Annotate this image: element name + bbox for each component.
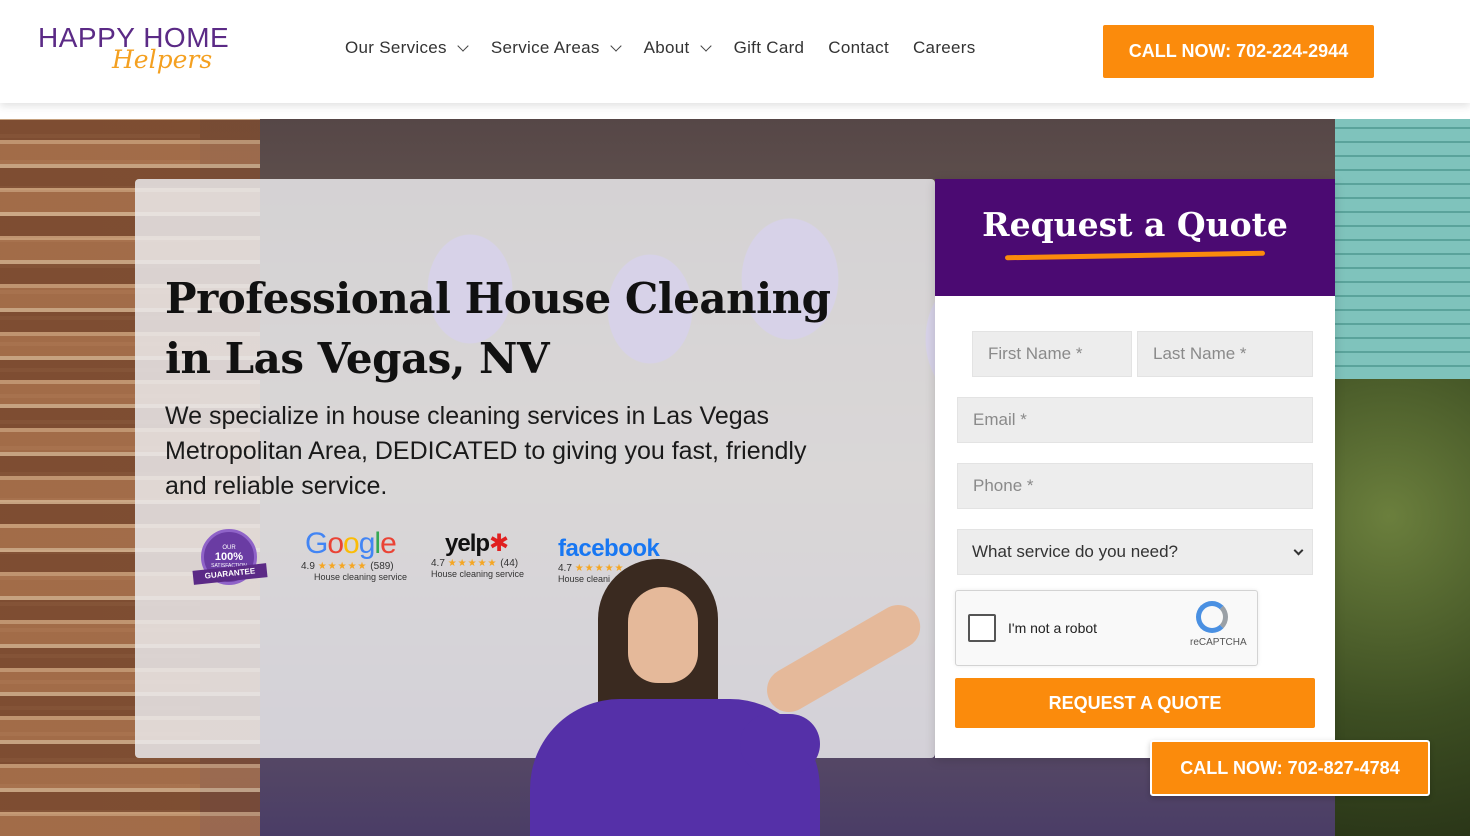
nav-about[interactable]: About [643, 38, 712, 58]
google-review-count: (589) [370, 561, 394, 572]
phone-input[interactable] [973, 476, 1312, 496]
floating-call-button[interactable]: CALL NOW: 702-827-4784 [1150, 740, 1430, 796]
nav-label: Careers [912, 38, 976, 57]
chevron-down-icon [609, 39, 622, 52]
sleeve [740, 714, 820, 774]
recaptcha-widget: I'm not a robot reCAPTCHA [955, 590, 1258, 666]
hero-title-line2: in Las Vegas, NV [165, 334, 550, 383]
recaptcha-label: I'm not a robot [1008, 620, 1098, 636]
hero-subtitle: We specialize in house cleaning services… [165, 402, 807, 500]
email-field[interactable] [957, 397, 1313, 443]
yelp-logo: yelp✱ [445, 530, 510, 557]
recaptcha-icon [1196, 601, 1228, 633]
request-quote-button[interactable]: REQUEST A QUOTE [955, 678, 1315, 728]
recaptcha-brand: reCAPTCHA [1190, 637, 1247, 648]
first-name-field[interactable] [972, 331, 1132, 377]
quote-form: Request a Quote What service do you need… [935, 179, 1335, 758]
yelp-burst-icon: ✱ [489, 530, 510, 557]
google-caption: House cleaning service [314, 572, 408, 582]
last-name-field[interactable] [1137, 331, 1313, 377]
phone-field[interactable] [957, 463, 1313, 509]
main-nav: Our Services Service Areas About Gift Ca… [345, 38, 1000, 58]
logo-script: Helpers [112, 45, 213, 74]
site-header: HAPPY HOME Helpers Our Services Service … [0, 0, 1470, 103]
siding [1335, 119, 1470, 379]
google-rating-line: 4.9 ★★★★★ (589) [301, 561, 407, 572]
google-review-badge[interactable]: Google 4.9 ★★★★★ (589) House cleaning se… [301, 527, 407, 582]
google-logo: Google [305, 527, 397, 560]
yelp-review-badge[interactable]: yelp✱ 4.7 ★★★★★ (44) House cleaning serv… [431, 529, 524, 579]
nav-label: Our Services [345, 38, 447, 57]
chevron-down-icon [1293, 545, 1304, 555]
quote-header: Request a Quote [935, 179, 1335, 296]
quote-title: Request a Quote [982, 205, 1288, 244]
hero-title-line1: Professional House Cleaning [165, 274, 831, 323]
last-name-input[interactable] [1153, 344, 1312, 364]
chevron-down-icon [457, 39, 469, 52]
nav-label: Gift Card [733, 38, 805, 57]
nav-label: Service Areas [490, 38, 600, 57]
chevron-down-icon [699, 39, 712, 52]
yelp-review-count: (44) [500, 558, 519, 569]
yelp-caption: House cleaning service [431, 569, 525, 579]
service-select-value: What service do you need? [972, 542, 1179, 561]
email-input[interactable] [973, 410, 1312, 430]
call-now-button[interactable]: CALL NOW: 702-224-2944 [1103, 25, 1374, 78]
satisfaction-guarantee-badge: OUR 100% SATISFACTION GUARANTEE [192, 529, 268, 589]
nav-careers[interactable]: Careers [913, 38, 976, 58]
woman-pointing-photo [520, 559, 940, 836]
nav-our-services[interactable]: Our Services [345, 38, 469, 58]
nav-label: About [643, 38, 690, 57]
yelp-rating-line: 4.7 ★★★★★ (44) [431, 558, 524, 569]
face [628, 587, 698, 683]
nav-contact[interactable]: Contact [828, 38, 889, 58]
logo[interactable]: HAPPY HOME Helpers [38, 22, 229, 78]
hero-title: Professional House Cleaning in Las Vegas… [165, 269, 845, 389]
title-underline [1004, 250, 1266, 261]
google-rating: 4.9 [301, 561, 315, 572]
star-rating-icon: ★★★★★ [317, 561, 368, 572]
nav-service-areas[interactable]: Service Areas [490, 38, 622, 58]
pointing-arm [759, 596, 929, 721]
nav-label: Contact [828, 38, 889, 57]
star-rating-icon: ★★★★★ [447, 558, 498, 569]
yelp-rating: 4.7 [431, 558, 445, 569]
service-select[interactable]: What service do you need? [957, 529, 1313, 575]
first-name-input[interactable] [988, 344, 1131, 364]
nav-gift-card[interactable]: Gift Card [734, 38, 805, 58]
seal-percent: 100% [214, 551, 244, 563]
recaptcha-checkbox[interactable] [968, 614, 996, 642]
